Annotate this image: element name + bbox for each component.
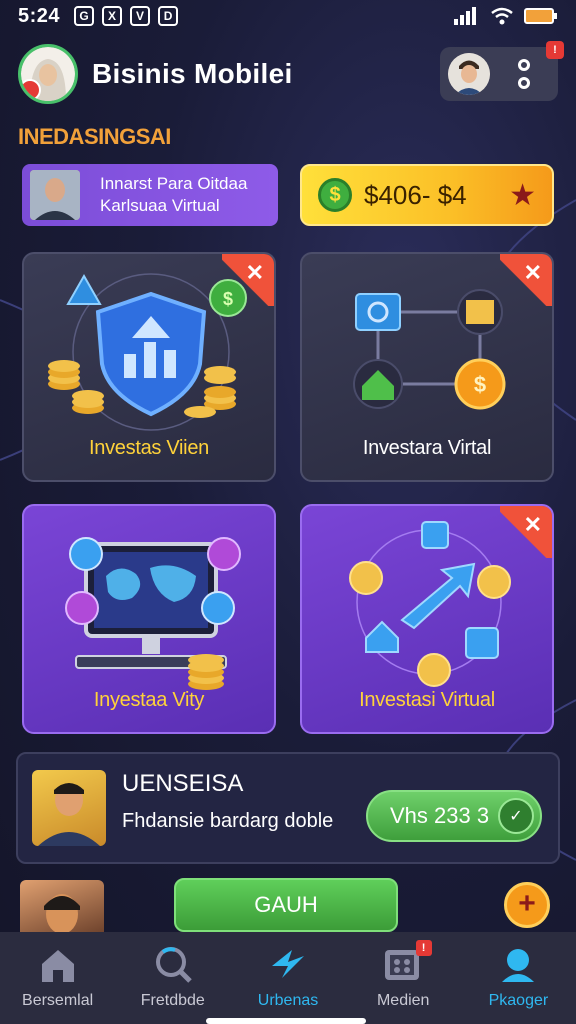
battery-icon <box>524 8 557 24</box>
nav-label: Fretdbde <box>140 992 205 1009</box>
close-button[interactable]: ✕ <box>500 506 552 558</box>
status-bar: 5:24 G X V D <box>0 0 576 32</box>
nav-label: Medien <box>376 992 430 1009</box>
section-label: INEDASINGSAI <box>18 124 171 149</box>
home-icon <box>41 950 74 982</box>
bottom-navigation: Bersemlal Fretdbde Urbenas ! Medien Pkao… <box>0 932 576 1024</box>
promo-title: UENSEISA <box>122 770 244 797</box>
banner-avatar <box>30 170 80 220</box>
profile-icon <box>502 949 535 982</box>
more-options-icon[interactable] <box>518 59 530 89</box>
notification-g-icon: G <box>74 6 95 26</box>
search-icon <box>155 947 192 983</box>
close-icon: ✕ <box>523 260 542 285</box>
balance-amount: $406- $4 <box>364 179 467 210</box>
banner-left-line1: Innarst Para Oitdaa <box>100 174 248 193</box>
card-title: Investara Virtal <box>362 437 492 459</box>
computer-world-map-icon <box>65 537 241 690</box>
promo-banner-left[interactable]: Innarst Para Oitdaa Karlsuaa Virtual <box>22 164 278 226</box>
banner-left-line2: Karlsuaa Virtual <box>100 196 220 215</box>
app-title: Bisinis Mobilei <box>92 58 293 89</box>
nav-item-home[interactable]: Bersemlal <box>0 932 115 1024</box>
gauh-button[interactable]: GAUH <box>174 878 398 932</box>
investment-card-1[interactable]: $ ✕ Investas Viien <box>22 252 276 482</box>
notification-x-icon: X <box>102 6 123 26</box>
media-badge: ! <box>415 940 432 956</box>
svg-text:$: $ <box>474 372 486 397</box>
nav-item-media[interactable]: ! Medien <box>346 932 461 1024</box>
nav-label: Bersemlal <box>22 992 94 1009</box>
card-title: Investasi Virtual <box>359 689 495 711</box>
notification-badge: ! <box>546 41 564 59</box>
card-title: Investas Viien <box>89 437 209 459</box>
notification-d-icon: D <box>158 6 179 26</box>
add-button[interactable]: + <box>504 882 550 928</box>
nav-item-profile[interactable]: Pkaoger <box>461 932 576 1024</box>
check-icon: ✓ <box>498 798 534 834</box>
user-avatar[interactable] <box>18 44 78 104</box>
app-header: Bisinis Mobilei ! <box>18 41 564 106</box>
close-icon: ✕ <box>245 260 264 285</box>
dollar-coin-icon: $ <box>318 178 352 212</box>
promo-subtitle: Fhdansie bardarg doble <box>122 810 334 832</box>
close-icon: ✕ <box>523 512 542 537</box>
nav-label: Urbenas <box>257 992 319 1009</box>
investment-card-4[interactable]: ✕ Investasi Virtual <box>300 504 554 734</box>
lightning-icon <box>272 950 304 978</box>
signal-icon <box>454 7 476 25</box>
balance-banner[interactable]: $ $406- $4 ★ <box>300 164 554 226</box>
status-notification-icons: G X V D <box>74 6 179 26</box>
promo-avatar <box>32 770 106 846</box>
promo-button-label: Vhs 233 3 <box>390 803 490 828</box>
investment-card-2[interactable]: $ ✕ Investara Virtal <box>300 252 554 482</box>
close-button[interactable]: ✕ <box>222 254 274 306</box>
promo-action-button[interactable]: Vhs 233 3 ✓ <box>366 790 542 842</box>
notification-v-icon: V <box>130 6 151 26</box>
star-icon: ★ <box>509 178 536 212</box>
profile-menu[interactable]: ! <box>440 41 564 101</box>
row2-avatar <box>20 880 104 936</box>
avatar-status-badge <box>21 79 41 101</box>
nav-item-lightning[interactable]: Urbenas <box>230 932 345 1024</box>
status-time: 5:24 <box>18 4 61 27</box>
nav-label: Pkaoger <box>488 992 549 1009</box>
home-indicator[interactable] <box>206 1018 366 1024</box>
promo-panel: UENSEISA Fhdansie bardarg doble Vhs 233 … <box>16 752 560 864</box>
close-button[interactable]: ✕ <box>500 254 552 306</box>
profile-avatar[interactable] <box>448 53 490 95</box>
wifi-icon <box>491 7 513 25</box>
investment-card-3[interactable]: Inyestaa Vity <box>22 504 276 734</box>
nav-item-search[interactable]: Fretdbde <box>115 932 230 1024</box>
card-title: Inyestaa Vity <box>93 689 205 711</box>
